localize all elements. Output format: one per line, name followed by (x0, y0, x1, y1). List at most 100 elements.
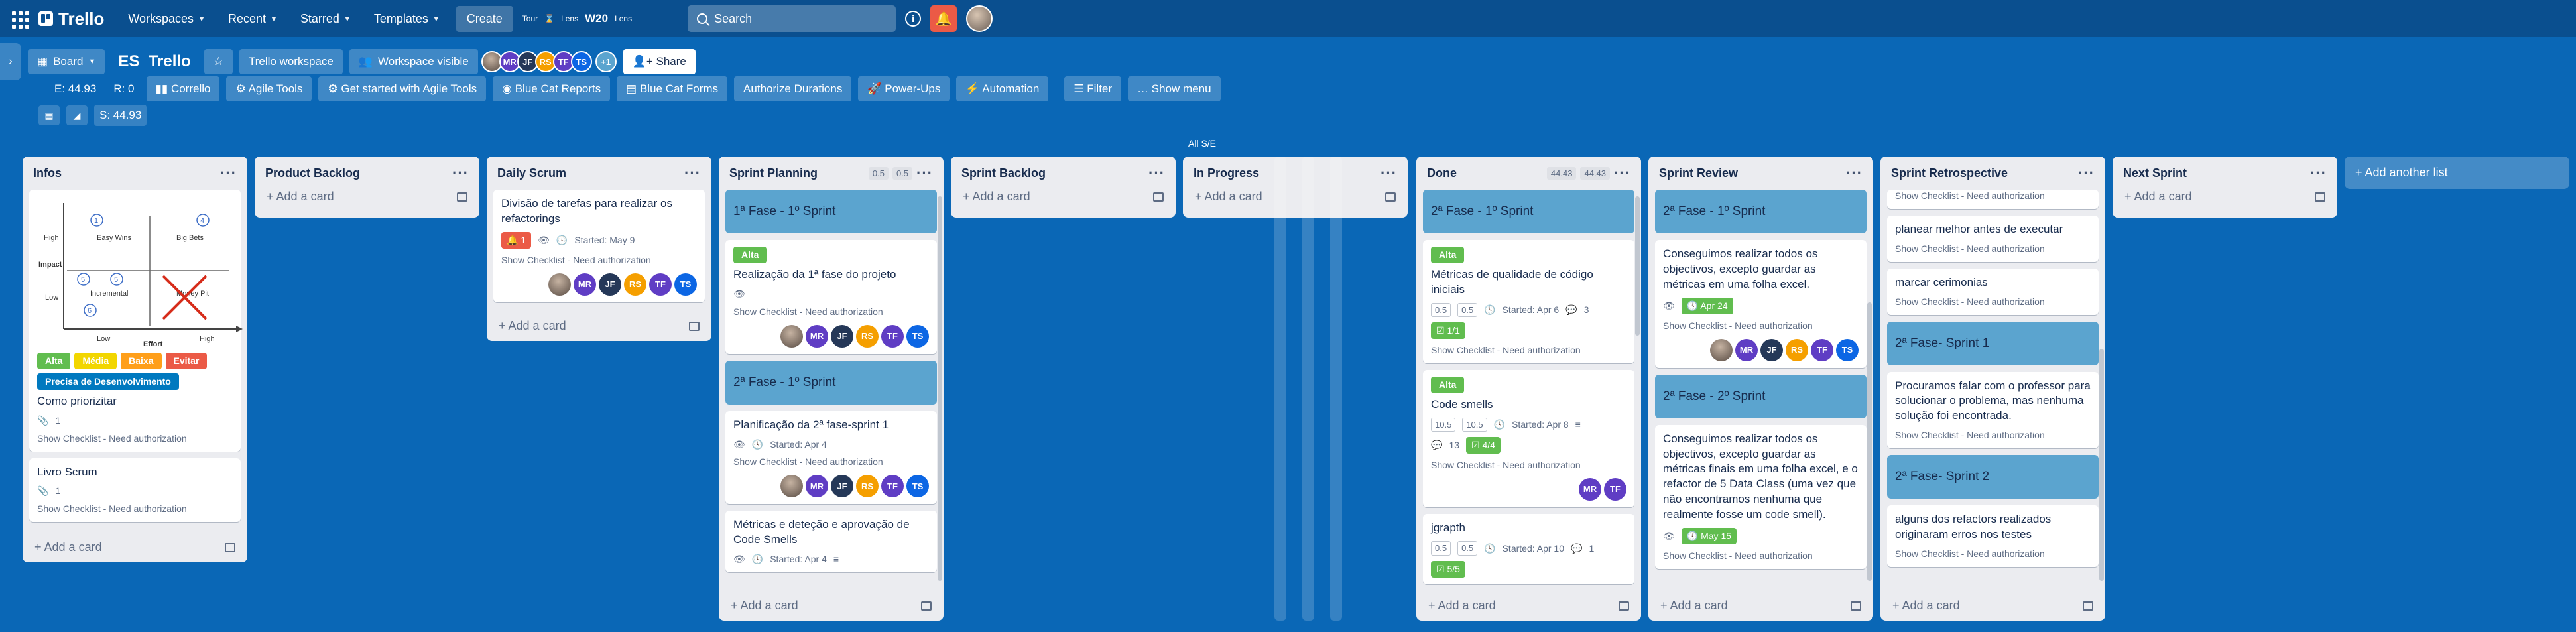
member-avatar[interactable]: MR (574, 273, 596, 296)
member-avatar[interactable]: RS (1786, 338, 1808, 361)
show-menu-button[interactable]: … Show menu (1128, 76, 1221, 101)
list-scrollbar[interactable] (1867, 302, 1872, 581)
member-avatar[interactable]: RS (624, 273, 646, 296)
section-card[interactable]: 2ª Fase- Sprint 2 (1887, 455, 2099, 499)
nav-workspaces[interactable]: Workspaces ▼ (121, 7, 212, 31)
list-menu-icon[interactable]: ··· (1148, 164, 1165, 182)
automation-button[interactable]: ⚡ Automation (956, 76, 1049, 101)
checklist-link[interactable]: Show Checklist - Need authorization (1431, 344, 1626, 357)
list-title[interactable]: Sprint Review (1659, 166, 1738, 180)
share-button[interactable]: 👤+ Share (623, 49, 696, 74)
member-avatar[interactable] (548, 273, 571, 296)
list-scrollbar[interactable] (1635, 196, 1640, 336)
workspace-button[interactable]: Trello workspace (239, 49, 343, 74)
section-card[interactable]: 2ª Fase - 1º Sprint (1655, 190, 1867, 233)
member-avatar[interactable]: TS (906, 475, 929, 498)
corrello-button[interactable]: ▮▮ Corrello (146, 76, 220, 101)
section-card[interactable]: 2ª Fase - 1º Sprint (1423, 190, 1634, 233)
section-card[interactable]: 1ª Fase - 1º Sprint (725, 190, 937, 233)
member-avatar[interactable] (780, 324, 803, 348)
card-metricas-qualidade[interactable]: Alta Métricas de qualidade de código ini… (1423, 240, 1634, 364)
checklist-link[interactable]: Show Checklist - Need authorization (1895, 429, 2091, 442)
member-avatar[interactable]: JF (831, 324, 853, 348)
more-members-badge[interactable]: +1 (595, 51, 617, 72)
list-menu-icon[interactable]: ··· (1380, 164, 1397, 182)
list-title[interactable]: Done (1427, 166, 1457, 180)
collapsed-list[interactable] (1274, 157, 1286, 621)
card-template-icon[interactable] (689, 321, 700, 331)
star-board-button[interactable]: ☆ (204, 49, 233, 74)
filter-button[interactable]: ☰ Filter (1064, 76, 1122, 101)
list-scrollbar[interactable] (2099, 349, 2104, 581)
card-como-priorizitar[interactable]: High Impact Low Easy Wins Big Bets Incre… (29, 190, 243, 452)
create-button[interactable]: Create (456, 5, 513, 32)
member-avatar[interactable]: JF (831, 475, 853, 498)
info-icon[interactable]: i (905, 11, 922, 27)
add-card-button[interactable]: + Add a card (2124, 190, 2192, 204)
agile-tools-button[interactable]: ⚙ Agile Tools (226, 76, 312, 101)
checklist-link[interactable]: Show Checklist - Need authorization (1895, 190, 2091, 202)
list-menu-icon[interactable]: ··· (452, 164, 469, 182)
trello-logo[interactable]: Trello (38, 9, 112, 29)
card-planificacao-2-fase[interactable]: Planificação da 2ª fase-sprint 1 👁 🕓 Start… (725, 411, 937, 505)
list-title[interactable]: Next Sprint (2123, 166, 2187, 180)
card-refactors-erros[interactable]: alguns dos refactors realizados originar… (1887, 505, 2099, 568)
checklist-link[interactable]: Show Checklist - Need authorization (733, 306, 929, 318)
add-card-button[interactable]: + Add a card (34, 540, 102, 554)
add-card-button[interactable]: + Add a card (1428, 599, 1496, 613)
card-marcar-cerimonias[interactable]: marcar cerimonias Show Checklist - Need … (1887, 268, 2099, 315)
add-card-button[interactable]: + Add a card (1892, 599, 1960, 613)
list-title[interactable]: In Progress (1194, 166, 1259, 180)
list-title[interactable]: Sprint Backlog (961, 166, 1046, 180)
card-realizacao-1-fase[interactable]: Alta Realização da 1ª fase do projeto 👁 … (725, 240, 937, 354)
list-title[interactable]: Daily Scrum (497, 166, 566, 180)
list-menu-icon[interactable]: ··· (916, 164, 933, 182)
add-card-button[interactable]: + Add a card (1195, 190, 1262, 204)
checklist-link[interactable]: Show Checklist - Need authorization (37, 432, 233, 445)
list-menu-icon[interactable]: ··· (1614, 164, 1630, 182)
chart-icon[interactable]: ◢ (66, 105, 88, 125)
list-title[interactable]: Sprint Planning (729, 166, 818, 180)
add-card-button[interactable]: + Add a card (1660, 599, 1728, 613)
nav-recent[interactable]: Recent ▼ (221, 7, 284, 31)
member-avatar[interactable]: TF (1811, 338, 1833, 361)
card-review-sprint-2[interactable]: Conseguimos realizar todos os objectivos… (1655, 424, 1867, 569)
list-scrollbar[interactable] (938, 196, 942, 581)
card-template-icon[interactable] (225, 542, 235, 552)
nav-templates[interactable]: Templates ▼ (367, 7, 447, 31)
member-avatar[interactable] (780, 475, 803, 498)
member-avatar[interactable]: JF (599, 273, 621, 296)
card-code-smells[interactable]: Alta Code smells 10.5 10.5 🕓 Started: Apr 8… (1423, 370, 1634, 508)
list-menu-icon[interactable]: ··· (1846, 164, 1863, 182)
card-livro-scrum[interactable]: Livro Scrum 📎 1 Show Checklist - Need aut… (29, 458, 241, 523)
member-avatar[interactable]: TS (906, 324, 929, 348)
member-avatar[interactable]: TF (881, 475, 904, 498)
card-template-icon[interactable] (457, 192, 467, 202)
checklist-link[interactable]: Show Checklist - Need authorization (1663, 320, 1859, 332)
list-title[interactable]: Sprint Retrospective (1891, 166, 2008, 180)
member-avatar[interactable]: TF (649, 273, 672, 296)
card-divisao-tarefas[interactable]: Divisão de tarefas para realizar os refa… (493, 190, 705, 302)
authorize-durations-button[interactable]: Authorize Durations (734, 76, 852, 101)
member-avatar[interactable]: MR (806, 324, 828, 348)
power-ups-button[interactable]: 🚀 Power-Ups (858, 76, 950, 101)
sidebar-expand-button[interactable]: › (0, 43, 21, 80)
card-planear-melhor[interactable]: planear melhor antes de executar Show Ch… (1887, 215, 2099, 262)
notifications-bell-icon[interactable]: 🔔 (930, 5, 957, 32)
apps-grid-icon[interactable] (9, 9, 29, 29)
member-avatar[interactable]: MR (1579, 478, 1601, 501)
checklist-link[interactable]: Show Checklist - Need authorization (501, 254, 697, 267)
checklist-link[interactable]: Show Checklist - Need authorization (1431, 459, 1626, 472)
add-card-button[interactable]: + Add a card (963, 190, 1030, 204)
list-title[interactable]: Product Backlog (265, 166, 360, 180)
add-card-button[interactable]: + Add a card (499, 319, 566, 333)
card-template-icon[interactable] (2315, 192, 2325, 202)
list-menu-icon[interactable]: ··· (2078, 164, 2095, 182)
checklist-link[interactable]: Show Checklist - Need authorization (1663, 550, 1859, 562)
card-partial-top[interactable]: Show Checklist - Need authorization (1887, 190, 2099, 209)
list-menu-icon[interactable]: ··· (684, 164, 701, 182)
card-review-sprint-1[interactable]: Conseguimos realizar todos os objectivos… (1655, 240, 1867, 368)
get-started-agile-tools-button[interactable]: ⚙ Get started with Agile Tools (318, 76, 487, 101)
member-avatar[interactable]: TF (1604, 478, 1626, 501)
member-avatar[interactable]: TS (1836, 338, 1859, 361)
